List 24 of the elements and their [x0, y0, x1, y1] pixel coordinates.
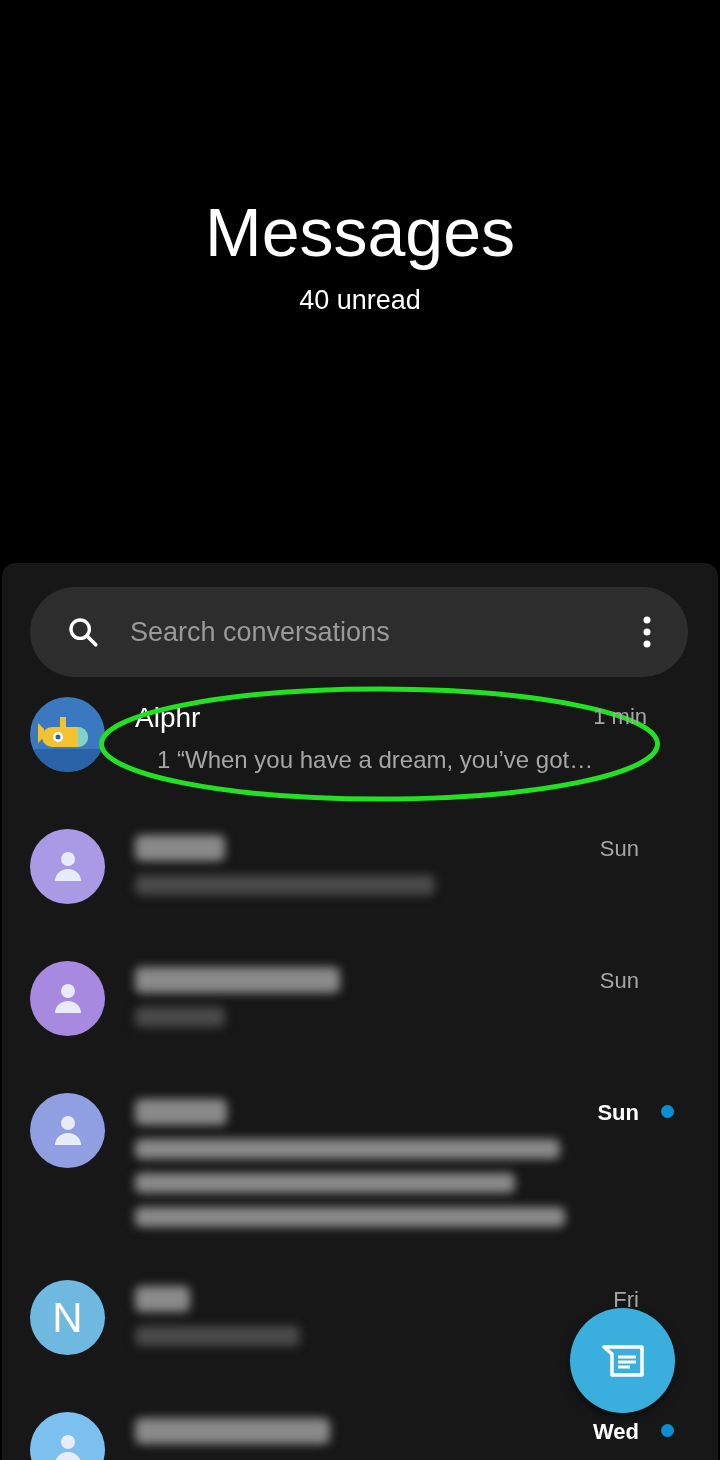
- conversation-row[interactable]: Sun: [2, 941, 718, 1073]
- person-icon: [53, 1114, 82, 1147]
- unread-count: 40 unread: [299, 284, 421, 316]
- message-time: Fri: [613, 1286, 639, 1314]
- conversation-row[interactable]: N Fri: [2, 1260, 718, 1392]
- message-preview: 1 “When you have a dream, you’ve got…: [156, 745, 594, 775]
- contact-avatar: N: [30, 1280, 105, 1355]
- blurred-text: [135, 1286, 190, 1312]
- conversation-row[interactable]: Sun: [2, 809, 718, 941]
- person-icon: [53, 1433, 82, 1460]
- conversation-row[interactable]: Sun: [2, 1073, 718, 1260]
- screen-title: Messages: [205, 193, 515, 272]
- message-time: Sun: [599, 967, 639, 995]
- message-icon: [601, 1343, 644, 1378]
- message-time: Wed: [592, 1418, 639, 1446]
- conversation-row[interactable]: Wed: [2, 1392, 718, 1460]
- search-bar[interactable]: Search conversations: [30, 587, 688, 677]
- search-field[interactable]: Search conversations: [128, 615, 614, 649]
- search-icon: [66, 615, 100, 649]
- person-icon: [53, 850, 82, 883]
- message-time: Sun: [597, 1099, 639, 1127]
- more-icon[interactable]: [642, 616, 652, 648]
- person-icon: [53, 982, 82, 1015]
- message-time: Sun: [599, 835, 639, 863]
